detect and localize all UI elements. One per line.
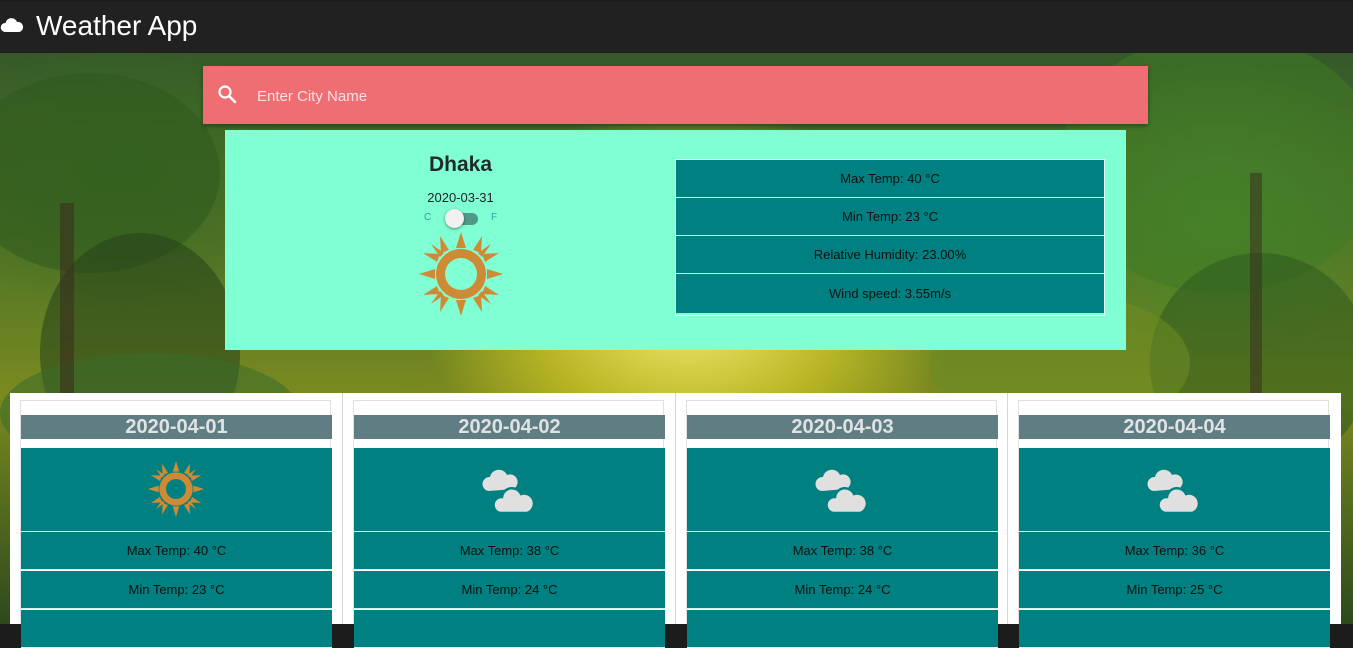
search-input[interactable] [246, 78, 1139, 114]
app-title: Weather App [36, 10, 198, 41]
forecast-extra-row [1019, 610, 1330, 648]
sun-icon [148, 461, 204, 517]
humidity-row: Relative Humidity: 23.00% [676, 236, 1104, 274]
forecast-card: 2020-04-01 Max Temp: 40 °C Min Temp: 23 … [20, 400, 332, 648]
forecast-min-temp: Min Temp: 25 °C [1019, 571, 1330, 609]
forecast-icon-box [687, 448, 998, 532]
forecast-min-temp: Min Temp: 23 °C [21, 571, 332, 609]
forecast-max-temp: Max Temp: 40 °C [21, 532, 332, 570]
city-name: Dhaka [428, 153, 493, 176]
cloud-icon [0, 18, 24, 32]
min-temp-row: Min Temp: 23 °C [676, 198, 1104, 236]
app-bar: Weather App [0, 2, 1353, 53]
forecast-card: 2020-04-02 Max Temp: 38 °C Min Temp: 24 … [353, 400, 665, 648]
search-icon[interactable] [217, 84, 237, 104]
forecast-card: 2020-04-03 Max Temp: 38 °C Min Temp: 24 … [686, 400, 998, 648]
sun-icon [419, 232, 503, 316]
unit-celsius-label: C [424, 212, 432, 223]
forecast-max-temp: Max Temp: 38 °C [354, 532, 665, 570]
forecast-icon-box [1019, 448, 1330, 532]
forecast-icon-box [21, 448, 332, 532]
forecast-extra-row [21, 610, 332, 648]
forecast-date: 2020-04-03 [687, 415, 998, 439]
forecast-icon-box [354, 448, 665, 532]
forecast-card: 2020-04-04 Max Temp: 36 °C Min Temp: 25 … [1018, 400, 1330, 648]
wind-speed-row: Wind speed: 3.55m/s [676, 274, 1104, 313]
current-stats-table: Max Temp: 40 °C Min Temp: 23 °C Relative… [675, 159, 1105, 316]
clouds-icon [1147, 469, 1201, 515]
unit-toggle-knob[interactable] [445, 209, 464, 228]
clouds-icon [815, 469, 869, 515]
forecast-date: 2020-04-04 [1019, 415, 1330, 439]
max-temp-row: Max Temp: 40 °C [676, 160, 1104, 198]
forecast-max-temp: Max Temp: 38 °C [687, 532, 998, 570]
forecast-divider [1007, 393, 1008, 624]
forecast-divider [675, 393, 676, 624]
clouds-icon [482, 469, 536, 515]
forecast-extra-row [354, 610, 665, 648]
forecast-min-temp: Min Temp: 24 °C [354, 571, 665, 609]
current-date: 2020-03-31 [427, 190, 494, 205]
forecast-date: 2020-04-01 [21, 415, 332, 439]
forecast-extra-row [687, 610, 998, 648]
forecast-max-temp: Max Temp: 36 °C [1019, 532, 1330, 570]
unit-fahrenheit-label: F [491, 212, 498, 223]
forecast-min-temp: Min Temp: 24 °C [687, 571, 998, 609]
forecast-divider [342, 393, 343, 624]
forecast-date: 2020-04-02 [354, 415, 665, 439]
